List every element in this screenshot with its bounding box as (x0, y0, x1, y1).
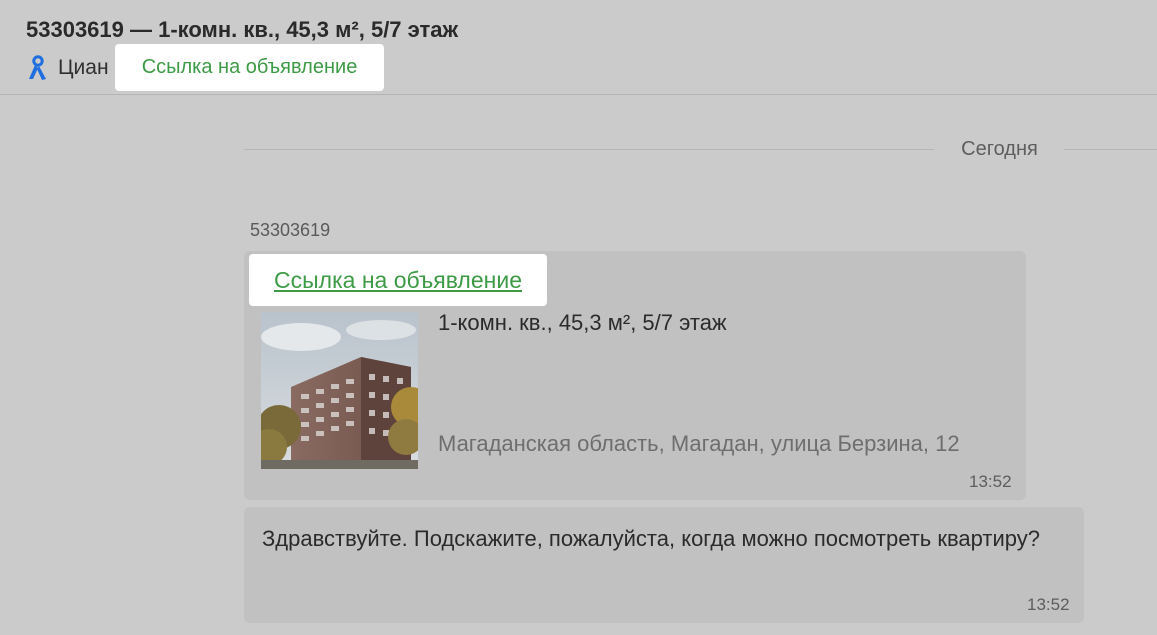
listing-card-link[interactable]: Ссылка на объявление (249, 254, 547, 306)
chat-page: 53303619 — 1-комн. кв., 45,3 м², 5/7 эта… (0, 0, 1157, 635)
message-text: Здравствуйте. Подскажите, пожалуйста, ко… (262, 526, 1040, 551)
listing-title: 1-комн. кв., 45,3 м², 5/7 этаж (438, 310, 727, 335)
listing-header-title: 53303619 — 1-комн. кв., 45,3 м², 5/7 эта… (26, 17, 459, 42)
cian-logo-icon (26, 54, 50, 82)
date-separator-label: Сегодня (961, 138, 1038, 160)
chat-header: 53303619 — 1-комн. кв., 45,3 м², 5/7 эта… (0, 0, 1157, 95)
source-name: Циан (58, 56, 109, 79)
listing-card-time: 13:52 (969, 472, 1012, 491)
date-separator-line-left (244, 149, 934, 150)
header-listing-link[interactable]: Ссылка на объявление (115, 44, 384, 91)
listing-photo[interactable] (261, 312, 418, 469)
source-row: Циан (26, 44, 122, 92)
sender-id: 53303619 (250, 220, 331, 240)
message-time: 13:52 (1027, 595, 1070, 614)
listing-address: Магаданская область, Магадан, улица Берз… (438, 431, 960, 456)
date-separator-line-right (1064, 149, 1157, 150)
